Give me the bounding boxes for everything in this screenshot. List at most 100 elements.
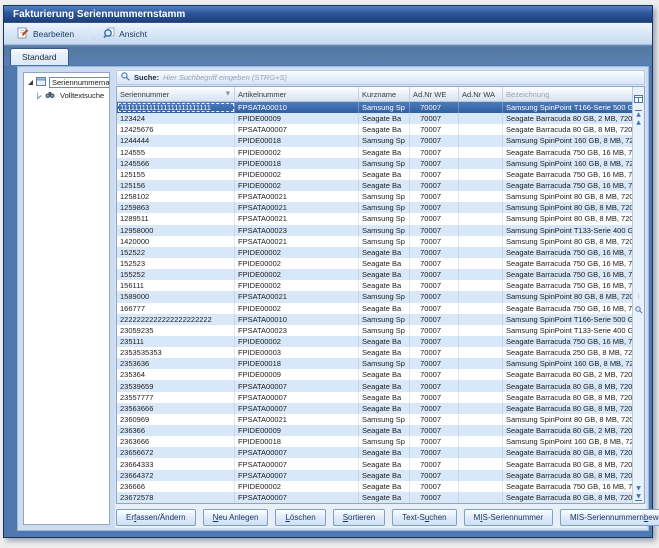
collapsed-node-icon[interactable] [37,92,42,100]
table-row[interactable]: 23557777FPSATA00007Seagate Ba70007Seagat… [117,392,632,403]
column-header-seriennummer[interactable]: Seriennummer ▼ [117,87,235,101]
table-row[interactable]: 1245566FPIDE00018Samsung Sp70007Samsung … [117,158,632,169]
tree-item-volltextsuche[interactable]: Volltextsuche [24,89,109,102]
scroll-to-bottom-button[interactable]: ▼ [635,493,642,501]
text-suchen-button[interactable]: Text-Suchen [392,509,456,526]
table-row[interactable]: 23563666FPSATA00007Seagate Ba70007Seagat… [117,403,632,414]
table-row[interactable]: 2222222222222222222222FPSATA00010Samsung… [117,314,632,325]
table-cell: Seagate Barracuda 750 GB, 16 MB, 7200 [503,280,632,291]
table-cell: 23563666 [117,403,235,414]
table-row[interactable]: 23664372FPSATA00007Seagate Ba70007Seagat… [117,470,632,481]
table-cell: FPIDE00002 [235,258,359,269]
table-cell: FPSATA00007 [235,403,359,414]
column-header-artikelnummer[interactable]: Artikelnummer [235,87,359,101]
table-row[interactable]: 152523FPIDE00002Seagate Ba70007Seagate B… [117,258,632,269]
tab-standard[interactable]: Standard [10,48,69,65]
tab-strip: Standard [4,45,652,65]
table-cell: FPIDE00002 [235,147,359,158]
table-row[interactable]: 1244444FPIDE00018Samsung Sp70007Samsung … [117,135,632,146]
sortieren-button[interactable]: Sortieren [333,509,385,526]
table-row[interactable]: 156111FPIDE00002Seagate Ba70007Seagate B… [117,280,632,291]
table-row[interactable]: 12425676FPSATA00007Seagate Ba70007Seagat… [117,124,632,135]
bearbeiten-menu-button[interactable]: Bearbeiten [10,24,81,44]
table-row[interactable]: 235364FPIDE00009Seagate Ba70007Seagate B… [117,369,632,380]
table-cell: FPIDE00002 [235,247,359,258]
table-cell: 70007 [410,436,459,447]
erfassen-aendern-button[interactable]: Erfassen/Ändern [116,509,196,526]
column-header-bezeichnung[interactable]: Bezeichnung [503,87,632,101]
table-cell: Seagate Ba [359,113,410,124]
table-row[interactable]: 2360969FPSATA00021Samsung Sp70007Samsung… [117,414,632,425]
table-row[interactable]: 236366FPIDE00009Seagate Ba70007Seagate B… [117,425,632,436]
tree-item-seriennummernauswahl[interactable]: Seriennummernauswahl [24,76,109,89]
table-cell: Samsung SpinPoint T133-Serie 400 GB, 72 [503,325,632,336]
scroll-to-top-button[interactable]: ▲ [635,110,642,118]
table-row[interactable]: 1289511FPSATA00021Samsung Sp70007Samsung… [117,213,632,224]
table-cell: 235364 [117,369,235,380]
column-header-kurzname[interactable]: Kurzname [359,87,410,101]
table-cell: 70007 [410,247,459,258]
table-cell: Samsung Sp [359,291,410,302]
table-cell [459,403,503,414]
table-cell: Samsung SpinPoint T166-Serie 500 GB, 72 [503,314,632,325]
table-row[interactable]: 23656672FPSATA00007Seagate Ba70007Seagat… [117,447,632,458]
scroll-up-button[interactable]: ▲ [633,118,644,127]
table-cell: FPIDE00018 [235,436,359,447]
table-cell: 1589000 [117,291,235,302]
grid-body: 1111111111111111111111111FPSATA00010Sams… [117,102,644,503]
table-row[interactable]: 235111FPIDE00002Seagate Ba70007Seagate B… [117,336,632,347]
table-row[interactable]: 1259863FPSATA00021Samsung Sp70007Samsung… [117,202,632,213]
table-cell [459,380,503,391]
table-cell: 2363666 [117,436,235,447]
table-cell [459,303,503,314]
search-input[interactable]: Suche: Hier Suchbegriff eingeben (STRG+S… [116,70,645,85]
table-cell: FPIDE00018 [235,158,359,169]
column-header-adnr-we[interactable]: Ad.Nr WE [410,87,459,101]
table-cell [459,325,503,336]
table-row[interactable]: 123424FPIDE00009Seagate Ba70007Seagate B… [117,113,632,124]
table-row[interactable]: 125155FPIDE00002Seagate Ba70007Seagate B… [117,169,632,180]
edit-document-icon [17,27,29,41]
tree-item-label: Seriennummernauswahl [49,77,109,88]
table-row[interactable]: 1111111111111111111111111FPSATA00010Sams… [117,102,632,113]
loeschen-button[interactable]: Löschen [275,509,325,526]
scroll-down-button[interactable]: ▼ [633,484,644,493]
table-row[interactable]: 23672578FPSATA00007Seagate Ba70007Seagat… [117,492,632,503]
table-cell: 166777 [117,303,235,314]
mis-seriennummer-button[interactable]: MIS-Seriennummer [464,509,553,526]
table-cell [459,425,503,436]
table-row[interactable]: 1258102FPSATA00021Samsung Sp70007Samsung… [117,191,632,202]
table-row[interactable]: 1589000FPSATA00021Samsung Sp70007Samsung… [117,291,632,302]
sort-descending-icon[interactable]: ▼ [226,91,230,97]
column-header-adnr-wa[interactable]: Ad.Nr WA [459,87,503,101]
table-row[interactable]: 124555FPIDE00002Seagate Ba70007Seagate B… [117,147,632,158]
table-row[interactable]: 125156FPIDE00002Seagate Ba70007Seagate B… [117,180,632,191]
expanded-node-icon[interactable] [28,80,33,85]
scrollbar-grip-icon[interactable]: ⋮ [633,292,644,301]
table-row[interactable]: 2353636FPIDE00018Samsung Sp70007Samsung … [117,358,632,369]
table-cell: 125156 [117,180,235,191]
table-cell: 70007 [410,414,459,425]
table-row[interactable]: 1420000FPSATA00021Samsung Sp70007Samsung… [117,236,632,247]
table-cell: Samsung Sp [359,225,410,236]
table-row[interactable]: 23059235FPSATA00023Samsung Sp70007Samsun… [117,325,632,336]
table-cell [459,358,503,369]
table-row[interactable]: 2353535353FPIDE00003Seagate Ba70007Seaga… [117,347,632,358]
table-row[interactable]: 155252FPIDE00002Seagate Ba70007Seagate B… [117,269,632,280]
scrollbar-strip: ▲ ▲ ⋮ ▼ ▼ [632,87,644,503]
table-row[interactable]: 166777FPIDE00002Seagate Ba70007Seagate B… [117,303,632,314]
neu-anlegen-button[interactable]: Neu Anlegen [203,509,269,526]
table-row[interactable]: 2363666FPIDE00018Samsung Sp70007Samsung … [117,436,632,447]
table-cell [459,113,503,124]
table-row[interactable]: 12958000FPSATA00023Samsung Sp70007Samsun… [117,225,632,236]
table-row[interactable]: 236666FPIDE00002Seagate Ba70007Seagate B… [117,481,632,492]
table-row[interactable]: 152522FPIDE00002Seagate Ba70007Seagate B… [117,247,632,258]
table-cell: 2353535353 [117,347,235,358]
table-cell: Samsung SpinPoint 160 GB, 8 MB, 7200 [503,358,632,369]
mis-seriennummernbewegungen-button[interactable]: MIS-Seriennummernbewegungen [560,509,659,526]
table-row[interactable]: 23539659FPSATA00007Seagate Ba70007Seagat… [117,380,632,391]
ansicht-menu-button[interactable]: Ansicht [96,24,154,44]
column-chooser-icon[interactable] [634,90,643,108]
table-row[interactable]: 23664333FPSATA00007Seagate Ba70007Seagat… [117,458,632,469]
row-search-icon[interactable] [635,301,643,319]
